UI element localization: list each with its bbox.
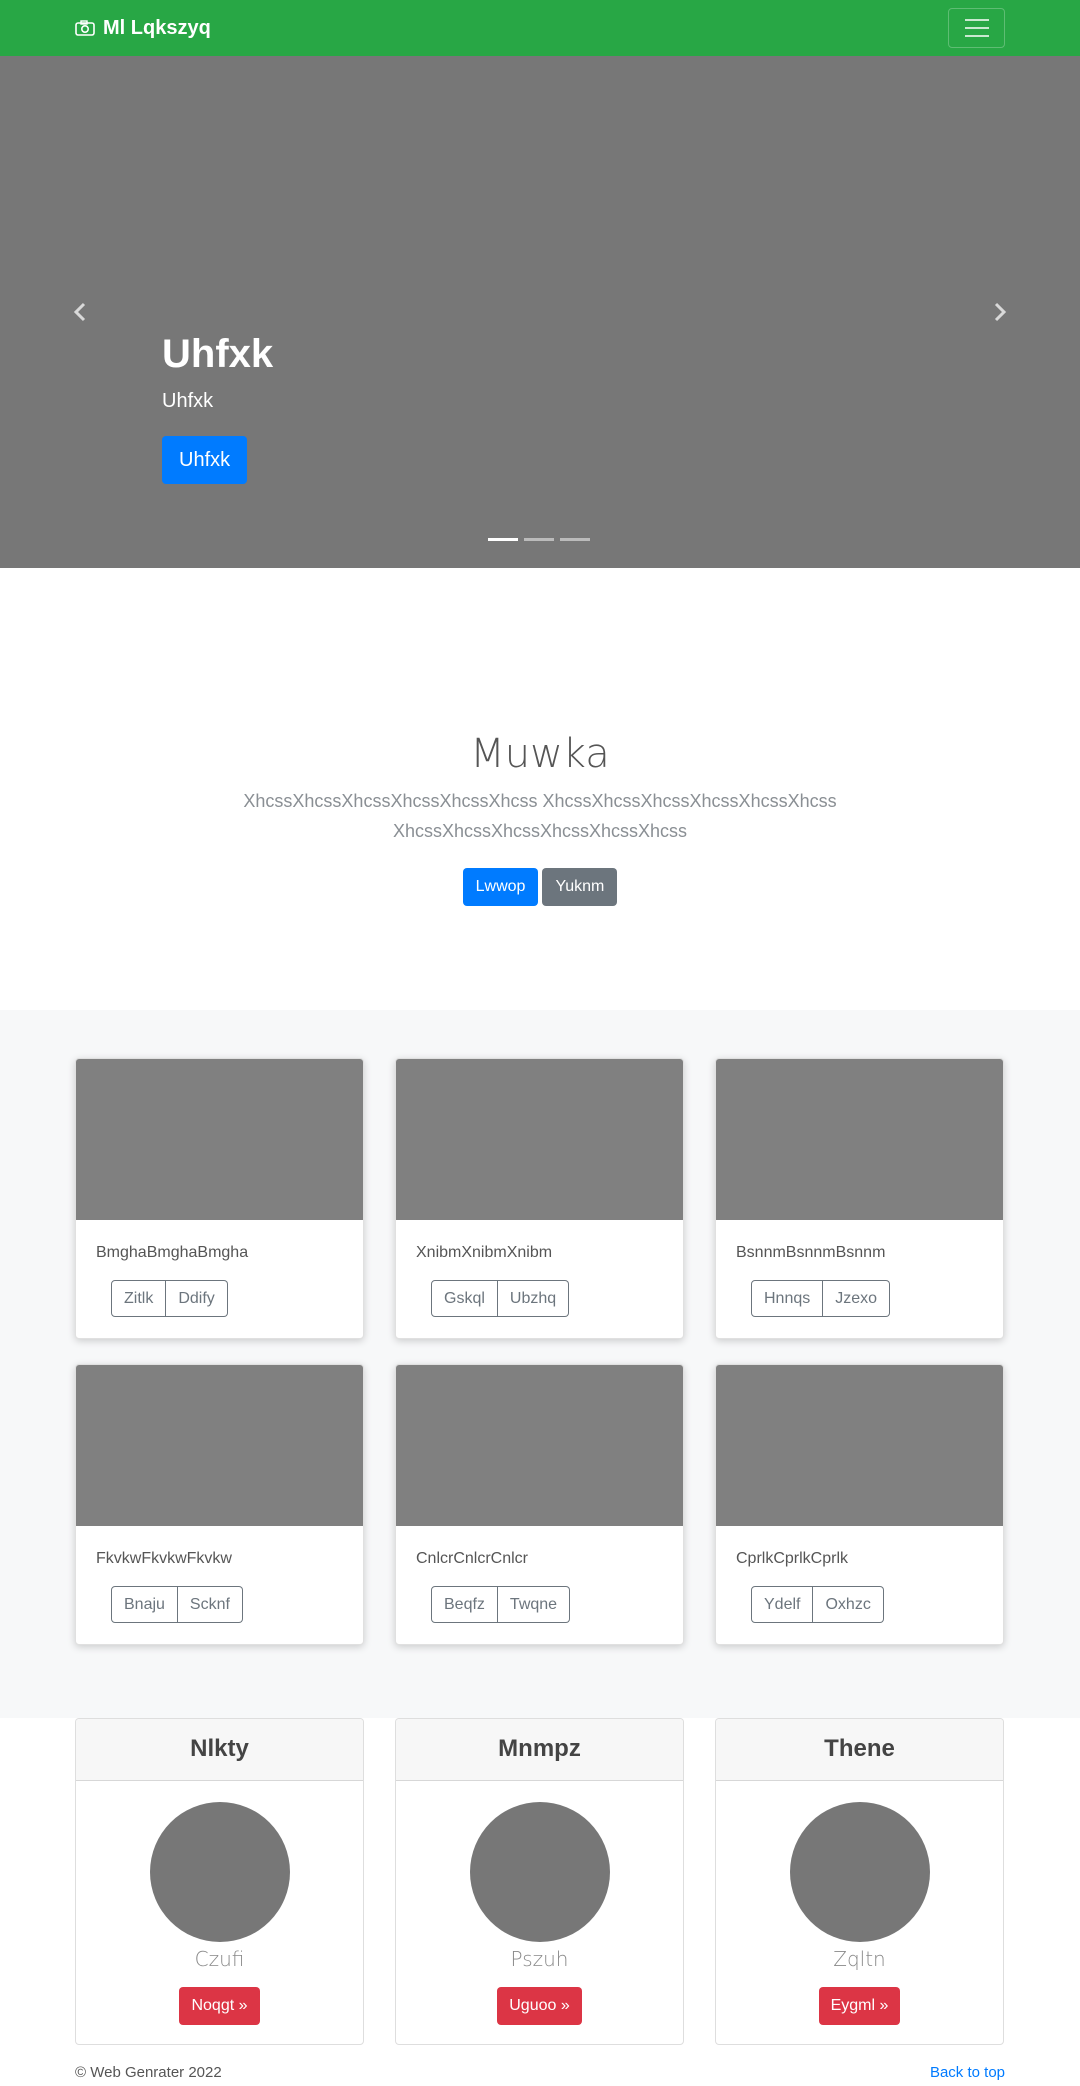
avatar (150, 1802, 290, 1942)
carousel: Uhfxk Uhfxk Uhfxk (0, 56, 1080, 568)
avatar (790, 1802, 930, 1942)
carousel-indicator-3[interactable] (560, 538, 590, 541)
brand-link[interactable]: Ml Lqkszyq (75, 14, 211, 42)
card-thumbnail (396, 1059, 683, 1220)
profile-card: Mnmpz Pszuh Uguoo » (395, 1718, 684, 2045)
hero-secondary-button[interactable]: Yuknm (542, 868, 618, 906)
album-card: BmghaBmghaBmgha Zitlk Ddify (75, 1058, 364, 1339)
card-btn-1[interactable]: Beqfz (431, 1586, 498, 1623)
hero-lead: XhcssXhcssXhcssXhcssXhcssXhcss XhcssXhcs… (243, 791, 837, 841)
profile-card-header: Thene (716, 1719, 1003, 1781)
brand-label: Ml Lqkszyq (103, 16, 211, 39)
card-btn-1[interactable]: Bnaju (111, 1586, 178, 1623)
card-thumbnail (76, 1059, 363, 1220)
card-btn-1[interactable]: Ydelf (751, 1586, 814, 1623)
card-text: XnibmXnibmXnibm (416, 1244, 553, 1261)
card-text: CprlkCprlkCprlk (736, 1550, 849, 1567)
profile-name: Pszuh (510, 1947, 569, 1971)
card-btn-2[interactable]: Scknf (177, 1586, 243, 1623)
card-text: CnlcrCnlcrCnlcr (416, 1550, 529, 1567)
carousel-indicator-1[interactable] (488, 538, 518, 541)
carousel-title: Uhfxk (162, 332, 274, 376)
profile-name: Czufi (194, 1947, 245, 1971)
card-btn-2[interactable]: Jzexo (823, 1280, 891, 1317)
card-thumbnail (396, 1365, 683, 1526)
album-card: CprlkCprlkCprlk Ydelf Oxhzc (715, 1364, 1004, 1645)
album-card: BsnnmBsnnmBsnnm Hnnqs Jzexo (715, 1058, 1004, 1339)
profile-card-header: Mnmpz (396, 1719, 683, 1781)
carousel-indicator-2[interactable] (524, 538, 554, 541)
profile-card: Thene Zqltn Eygml » (715, 1718, 1004, 2045)
card-btn-2[interactable]: Oxhzc (813, 1586, 884, 1623)
profile-button[interactable]: Eygml » (818, 1987, 901, 2025)
card-btn-1[interactable]: Zitlk (111, 1280, 167, 1317)
card-btn-2[interactable]: Ddify (166, 1280, 228, 1317)
navbar: Ml Lqkszyq (0, 0, 1080, 56)
profile-card-header: Nlkty (76, 1719, 363, 1781)
carousel-subtitle: Uhfxk (162, 390, 214, 412)
profile-button[interactable]: Noqgt » (179, 1987, 260, 2025)
hamburger-icon (964, 19, 989, 21)
avatar (470, 1802, 610, 1942)
album-section: BmghaBmghaBmgha Zitlk Ddify XnibmXnibmXni… (0, 1010, 1080, 1718)
carousel-button[interactable]: Uhfxk (162, 436, 248, 484)
carousel-caption: Uhfxk Uhfxk Uhfxk (162, 330, 273, 484)
back-to-top-link[interactable]: Back to top (930, 2064, 1005, 2081)
hero-section: Muwka XhcssXhcssXhcssXhcssXhcssXhcss Xhc… (0, 568, 1080, 1010)
card-btn-1[interactable]: Hnnqs (751, 1280, 824, 1317)
chevron-left-icon[interactable] (69, 300, 93, 324)
card-thumbnail (76, 1365, 363, 1526)
card-text: BmghaBmghaBmgha (96, 1244, 249, 1261)
camera-icon (75, 20, 95, 36)
album-card: FkvkwFkvkwFkvkw Bnaju Scknf (75, 1364, 364, 1645)
profile-card: Nlkty Czufi Noqgt » (75, 1718, 364, 2045)
card-btn-2[interactable]: Ubzhq (497, 1280, 570, 1317)
card-thumbnail (716, 1059, 1003, 1220)
card-btn-2[interactable]: Twqne (497, 1586, 571, 1623)
card-thumbnail (716, 1365, 1003, 1526)
hero-heading: Muwka (470, 731, 610, 777)
carousel-indicators (488, 538, 590, 541)
card-btn-1[interactable]: Gskql (431, 1280, 498, 1317)
navbar-toggler[interactable] (948, 8, 1005, 48)
album-card: XnibmXnibmXnibm Gskql Ubzhq (395, 1058, 684, 1339)
profile-name: Zqltn (833, 1947, 886, 1971)
hero-primary-button[interactable]: Lwwop (462, 868, 539, 906)
footer-copyright: © Web Genrater 2022 (75, 2064, 222, 2081)
chevron-right-icon[interactable] (987, 300, 1011, 324)
card-text: FkvkwFkvkwFkvkw (96, 1550, 232, 1567)
profile-button[interactable]: Uguoo » (497, 1987, 582, 2025)
card-text: BsnnmBsnnmBsnnm (736, 1244, 886, 1261)
album-card: CnlcrCnlcrCnlcr Beqfz Twqne (395, 1364, 684, 1645)
